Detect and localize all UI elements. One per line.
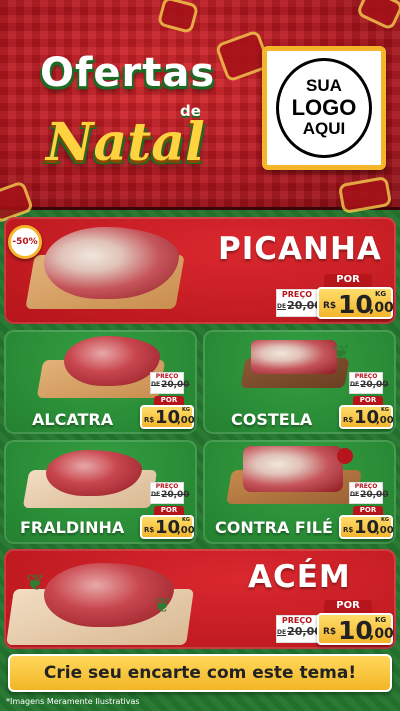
preco-label: PREÇO xyxy=(350,483,382,490)
title-ofertas: Ofertas xyxy=(40,50,216,96)
old-price: DE20,00 xyxy=(151,490,190,500)
product-name: ALCATRA xyxy=(32,410,114,429)
old-price-tag: PREÇO DE20,00 xyxy=(150,482,190,504)
old-price: DE20,00 xyxy=(350,490,389,500)
currency: R$ xyxy=(144,526,155,534)
sale-price-tag: R$ 10 ,00 KG xyxy=(339,515,394,539)
price-decimal: ,00 xyxy=(369,626,394,642)
flyer-page: Ofertas de Natal SUA LOGO AQUI -50% PICA… xyxy=(0,0,400,711)
unit: KG xyxy=(182,407,190,413)
currency: R$ xyxy=(323,301,337,311)
product-name: CONTRA FILÉ xyxy=(215,518,333,537)
product-card-costela: ❦ COSTELA PREÇO DE20,00 POR R$ 10 ,00 KG xyxy=(203,330,396,434)
preco-label: PREÇO xyxy=(151,373,183,380)
product-card-contra-file: CONTRA FILÉ PREÇO DE20,00 POR R$ 10 ,00 … xyxy=(203,440,396,544)
preco-label: PREÇO xyxy=(350,373,382,380)
currency: R$ xyxy=(343,416,354,424)
old-price-tag: PREÇO DE20,00 xyxy=(349,482,389,504)
logo-placeholder: SUA LOGO AQUI xyxy=(262,46,386,170)
unit: KG xyxy=(182,517,190,523)
product-name: FRALDINHA xyxy=(20,518,125,537)
unit: KG xyxy=(381,407,389,413)
preco-label: PREÇO xyxy=(151,483,183,490)
old-price-tag: PREÇO DE20,00 xyxy=(349,372,389,394)
por-label: POR xyxy=(324,274,372,288)
price-decimal: ,00 xyxy=(177,415,195,426)
sale-price-tag: R$ 10 ,00 KG xyxy=(317,287,394,319)
product-name: COSTELA xyxy=(231,410,313,429)
product-card-picanha: -50% PICANHA PREÇO DE20,00 POR R$ 10 ,00… xyxy=(4,217,396,324)
price-decimal: ,00 xyxy=(369,300,394,316)
old-price-tag: PREÇO DE20,00 xyxy=(150,372,190,394)
preco-label: PREÇO xyxy=(277,290,317,299)
gift-decoration xyxy=(156,0,200,35)
old-price: DE20,00 xyxy=(151,380,190,390)
preco-label: PREÇO xyxy=(277,616,317,625)
currency: R$ xyxy=(323,627,337,637)
gift-decoration xyxy=(355,0,400,32)
old-price: DE20,00 xyxy=(277,625,322,638)
old-price-tag: PREÇO DE20,00 xyxy=(276,615,322,643)
ofertas-de-natal-title: Ofertas de Natal xyxy=(40,50,240,180)
old-price: DE20,00 xyxy=(350,380,389,390)
disclaimer-text: *Imagens Meramente Ilustrativas xyxy=(6,697,140,706)
product-name: ACÉM xyxy=(248,559,351,595)
product-card-alcatra: ALCATRA PREÇO DE20,00 POR R$ 10 ,00 KG xyxy=(4,330,197,434)
gift-decoration xyxy=(337,175,393,215)
logo-text-aqui: AQUI xyxy=(302,119,346,139)
sale-price-tag: R$ 10 ,00 KG xyxy=(339,405,394,429)
herb-decoration: ❦ xyxy=(26,571,45,596)
logo-text-sua: SUA xyxy=(306,76,342,96)
unit: KG xyxy=(375,290,387,298)
costela-meat-image xyxy=(251,340,337,374)
herb-decoration: ❦ xyxy=(333,340,350,364)
title-natal: Natal xyxy=(46,112,205,173)
logo-text-logo: LOGO xyxy=(291,94,357,120)
price-decimal: ,00 xyxy=(177,525,195,536)
price-integer: 10 xyxy=(338,616,373,645)
create-flyer-cta[interactable]: Crie seu encarte com este tema! xyxy=(8,654,392,692)
sale-price-tag: R$ 10 ,00 KG xyxy=(140,405,195,429)
logo-circle: SUA LOGO AQUI xyxy=(276,58,372,158)
price-decimal: ,00 xyxy=(376,415,394,426)
price-decimal: ,00 xyxy=(376,525,394,536)
currency: R$ xyxy=(144,416,155,424)
contra-file-meat-image xyxy=(243,446,343,492)
old-price-tag: PREÇO DE20,00 xyxy=(276,289,322,317)
herb-decoration: ❦ xyxy=(154,593,171,617)
product-name: PICANHA xyxy=(218,231,382,267)
sale-price-tag: R$ 10 ,00 KG xyxy=(317,613,394,645)
old-price: DE20,00 xyxy=(277,299,322,312)
tomato-decoration xyxy=(337,448,353,464)
header-banner: Ofertas de Natal SUA LOGO AQUI xyxy=(0,0,400,224)
product-card-acem: ❦ ❦ ACÉM PREÇO DE20,00 POR R$ 10 ,00 KG xyxy=(4,549,396,649)
unit: KG xyxy=(375,616,387,624)
currency: R$ xyxy=(343,526,354,534)
unit: KG xyxy=(381,517,389,523)
por-label: POR xyxy=(324,600,372,614)
discount-badge: -50% xyxy=(8,225,42,259)
product-card-fraldinha: FRALDINHA PREÇO DE20,00 POR R$ 10 ,00 KG xyxy=(4,440,197,544)
sale-price-tag: R$ 10 ,00 KG xyxy=(140,515,195,539)
price-integer: 10 xyxy=(338,290,373,319)
